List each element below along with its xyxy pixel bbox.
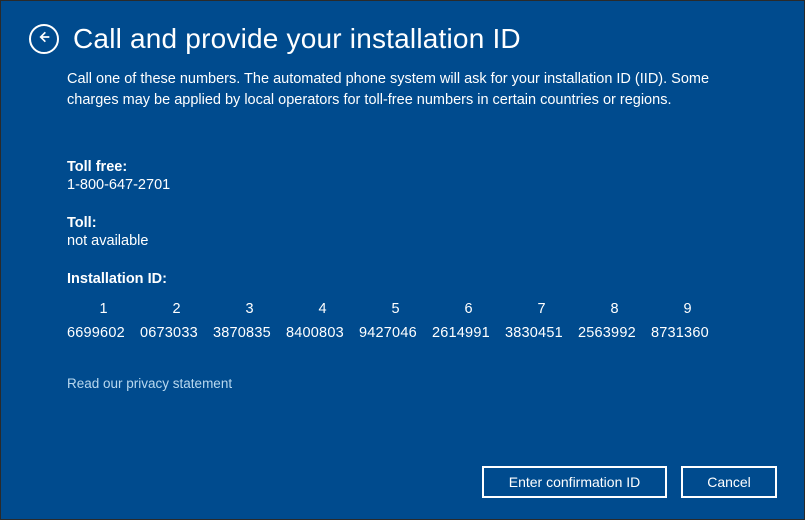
arrow-left-icon	[36, 29, 52, 50]
installation-id-column: 8 2563992	[578, 301, 651, 341]
installation-id-value: 3870835	[213, 325, 286, 341]
cancel-button[interactable]: Cancel	[681, 466, 777, 498]
installation-id-label: Installation ID:	[67, 271, 738, 287]
privacy-link[interactable]: Read our privacy statement	[67, 376, 232, 391]
toll-free-value: 1-800-647-2701	[67, 177, 738, 193]
installation-id-column: 5 9427046	[359, 301, 432, 341]
toll-value: not available	[67, 233, 738, 249]
installation-id-section: Installation ID: 1 66996022 06730333 387083…	[67, 271, 738, 341]
installation-id-index: 7	[505, 301, 578, 317]
installation-id-value: 3830451	[505, 325, 578, 341]
toll-section: Toll: not available	[67, 215, 738, 249]
installation-id-index: 3	[213, 301, 286, 317]
installation-id-column: 3 3870835	[213, 301, 286, 341]
installation-id-column: 9 8731360	[651, 301, 724, 341]
enter-confirmation-id-button[interactable]: Enter confirmation ID	[482, 466, 667, 498]
installation-id-index: 4	[286, 301, 359, 317]
toll-free-section: Toll free: 1-800-647-2701	[67, 159, 738, 193]
toll-label: Toll:	[67, 215, 738, 231]
installation-id-grid: 1 66996022 06730333 38708354 84008035 9427046…	[67, 301, 738, 341]
installation-id-value: 8731360	[651, 325, 724, 341]
installation-id-value: 6699602	[67, 325, 140, 341]
back-button[interactable]	[29, 24, 59, 54]
installation-id-index: 9	[651, 301, 724, 317]
installation-id-column: 4 8400803	[286, 301, 359, 341]
installation-id-index: 8	[578, 301, 651, 317]
toll-free-label: Toll free:	[67, 159, 738, 175]
installation-id-value: 8400803	[286, 325, 359, 341]
installation-id-index: 2	[140, 301, 213, 317]
installation-id-column: 6 2614991	[432, 301, 505, 341]
installation-id-value: 2614991	[432, 325, 505, 341]
page-title: Call and provide your installation ID	[73, 23, 521, 55]
installation-id-column: 2 0673033	[140, 301, 213, 341]
installation-id-value: 9427046	[359, 325, 432, 341]
installation-id-index: 5	[359, 301, 432, 317]
installation-id-index: 6	[432, 301, 505, 317]
installation-id-column: 7 3830451	[505, 301, 578, 341]
description-text: Call one of these numbers. The automated…	[67, 69, 738, 111]
installation-id-column: 1 6699602	[67, 301, 140, 341]
installation-id-value: 0673033	[140, 325, 213, 341]
installation-id-value: 2563992	[578, 325, 651, 341]
installation-id-index: 1	[67, 301, 140, 317]
